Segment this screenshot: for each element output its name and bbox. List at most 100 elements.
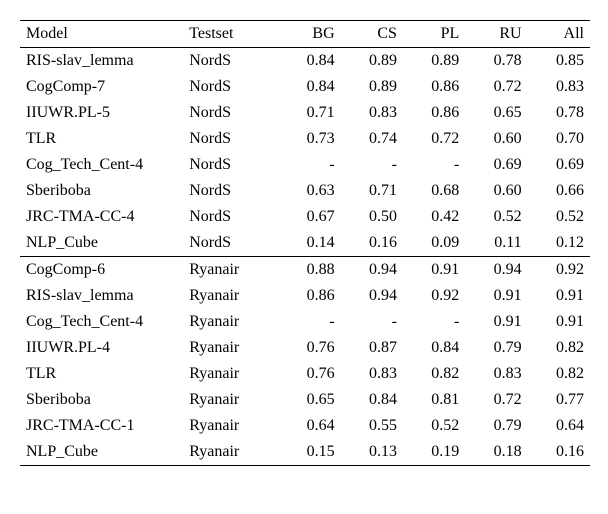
cell-bg: 0.14 xyxy=(278,230,340,257)
cell-pl: 0.72 xyxy=(403,126,465,152)
cell-testset: Ryanair xyxy=(183,387,278,413)
cell-ru: 0.79 xyxy=(465,335,527,361)
cell-cs: 0.89 xyxy=(341,48,403,75)
cell-testset: Ryanair xyxy=(183,413,278,439)
cell-all: 0.66 xyxy=(528,178,590,204)
cell-model: NLP_Cube xyxy=(20,230,183,257)
table-row: IIUWR.PL-4Ryanair0.760.870.840.790.82 xyxy=(20,335,590,361)
cell-ru: 0.79 xyxy=(465,413,527,439)
cell-all: 0.82 xyxy=(528,335,590,361)
cell-testset: Ryanair xyxy=(183,361,278,387)
cell-model: IIUWR.PL-4 xyxy=(20,335,183,361)
cell-cs: 0.16 xyxy=(341,230,403,257)
cell-model: Sberiboba xyxy=(20,387,183,413)
cell-all: 0.77 xyxy=(528,387,590,413)
col-header-pl: PL xyxy=(403,21,465,48)
cell-bg: 0.88 xyxy=(278,257,340,284)
cell-all: 0.52 xyxy=(528,204,590,230)
cell-pl: 0.86 xyxy=(403,74,465,100)
cell-testset: Ryanair xyxy=(183,335,278,361)
cell-cs: 0.74 xyxy=(341,126,403,152)
cell-cs: 0.83 xyxy=(341,100,403,126)
cell-pl: 0.92 xyxy=(403,283,465,309)
cell-bg: 0.64 xyxy=(278,413,340,439)
cell-testset: NordS xyxy=(183,100,278,126)
cell-pl: - xyxy=(403,309,465,335)
cell-ru: 0.11 xyxy=(465,230,527,257)
cell-all: 0.91 xyxy=(528,283,590,309)
cell-cs: 0.13 xyxy=(341,439,403,466)
cell-ru: 0.52 xyxy=(465,204,527,230)
cell-bg: 0.76 xyxy=(278,361,340,387)
cell-ru: 0.72 xyxy=(465,387,527,413)
cell-ru: 0.60 xyxy=(465,126,527,152)
header-row: Model Testset BG CS PL RU All xyxy=(20,21,590,48)
cell-ru: 0.65 xyxy=(465,100,527,126)
col-header-cs: CS xyxy=(341,21,403,48)
cell-ru: 0.69 xyxy=(465,152,527,178)
cell-bg: 0.67 xyxy=(278,204,340,230)
cell-pl: 0.81 xyxy=(403,387,465,413)
cell-model: NLP_Cube xyxy=(20,439,183,466)
cell-ru: 0.94 xyxy=(465,257,527,284)
cell-bg: 0.84 xyxy=(278,48,340,75)
table-row: SberibobaNordS0.630.710.680.600.66 xyxy=(20,178,590,204)
cell-all: 0.70 xyxy=(528,126,590,152)
cell-bg: - xyxy=(278,309,340,335)
cell-all: 0.85 xyxy=(528,48,590,75)
cell-testset: Ryanair xyxy=(183,439,278,466)
results-table: Model Testset BG CS PL RU All RIS-slav_l… xyxy=(20,20,590,466)
cell-all: 0.12 xyxy=(528,230,590,257)
cell-model: Cog_Tech_Cent-4 xyxy=(20,152,183,178)
table-row: NLP_CubeRyanair0.150.130.190.180.16 xyxy=(20,439,590,466)
cell-model: JRC-TMA-CC-4 xyxy=(20,204,183,230)
cell-testset: Ryanair xyxy=(183,257,278,284)
cell-testset: NordS xyxy=(183,74,278,100)
cell-bg: 0.76 xyxy=(278,335,340,361)
cell-ru: 0.91 xyxy=(465,309,527,335)
table-row: CogComp-7NordS0.840.890.860.720.83 xyxy=(20,74,590,100)
cell-all: 0.82 xyxy=(528,361,590,387)
table-row: JRC-TMA-CC-4NordS0.670.500.420.520.52 xyxy=(20,204,590,230)
table-row: TLRNordS0.730.740.720.600.70 xyxy=(20,126,590,152)
cell-ru: 0.83 xyxy=(465,361,527,387)
table-row: IIUWR.PL-5NordS0.710.830.860.650.78 xyxy=(20,100,590,126)
cell-all: 0.78 xyxy=(528,100,590,126)
table-row: Cog_Tech_Cent-4NordS---0.690.69 xyxy=(20,152,590,178)
cell-pl: 0.84 xyxy=(403,335,465,361)
table-row: RIS-slav_lemmaRyanair0.860.940.920.910.9… xyxy=(20,283,590,309)
cell-model: RIS-slav_lemma xyxy=(20,283,183,309)
cell-pl: 0.86 xyxy=(403,100,465,126)
cell-testset: NordS xyxy=(183,48,278,75)
cell-testset: NordS xyxy=(183,204,278,230)
cell-model: Cog_Tech_Cent-4 xyxy=(20,309,183,335)
cell-pl: 0.19 xyxy=(403,439,465,466)
cell-testset: NordS xyxy=(183,230,278,257)
cell-ru: 0.18 xyxy=(465,439,527,466)
cell-model: RIS-slav_lemma xyxy=(20,48,183,75)
cell-bg: 0.63 xyxy=(278,178,340,204)
cell-all: 0.16 xyxy=(528,439,590,466)
table-row: CogComp-6Ryanair0.880.940.910.940.92 xyxy=(20,257,590,284)
cell-pl: 0.82 xyxy=(403,361,465,387)
cell-cs: - xyxy=(341,152,403,178)
col-header-all: All xyxy=(528,21,590,48)
cell-ru: 0.78 xyxy=(465,48,527,75)
cell-model: IIUWR.PL-5 xyxy=(20,100,183,126)
cell-pl: 0.42 xyxy=(403,204,465,230)
cell-model: CogComp-6 xyxy=(20,257,183,284)
cell-bg: 0.15 xyxy=(278,439,340,466)
cell-pl: 0.52 xyxy=(403,413,465,439)
cell-all: 0.69 xyxy=(528,152,590,178)
cell-pl: 0.09 xyxy=(403,230,465,257)
table-row: NLP_CubeNordS0.140.160.090.110.12 xyxy=(20,230,590,257)
cell-all: 0.83 xyxy=(528,74,590,100)
table-row: JRC-TMA-CC-1Ryanair0.640.550.520.790.64 xyxy=(20,413,590,439)
cell-cs: 0.87 xyxy=(341,335,403,361)
cell-model: TLR xyxy=(20,126,183,152)
cell-bg: - xyxy=(278,152,340,178)
cell-cs: 0.94 xyxy=(341,283,403,309)
cell-cs: 0.83 xyxy=(341,361,403,387)
cell-cs: 0.94 xyxy=(341,257,403,284)
col-header-model: Model xyxy=(20,21,183,48)
